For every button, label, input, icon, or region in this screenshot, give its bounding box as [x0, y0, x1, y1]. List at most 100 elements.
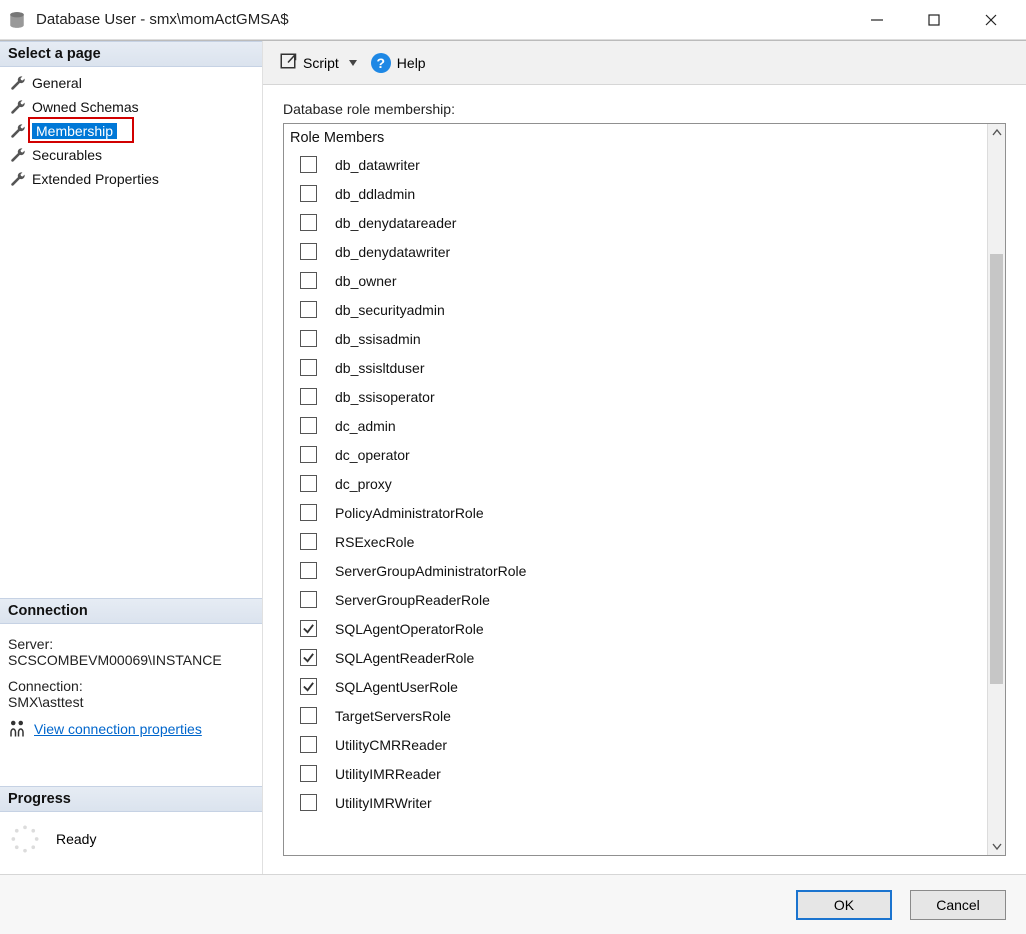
- wrench-icon: [10, 123, 26, 139]
- role-checkbox[interactable]: [300, 446, 317, 463]
- window-controls: [849, 0, 1018, 40]
- help-label: Help: [397, 55, 426, 71]
- role-label: dc_proxy: [335, 476, 392, 492]
- connection-properties-icon: [8, 720, 26, 738]
- role-checkbox[interactable]: [300, 678, 317, 695]
- role-row[interactable]: UtilityCMRReader: [290, 730, 981, 759]
- dialog-footer: OK Cancel: [0, 874, 1026, 934]
- wrench-icon: [10, 75, 26, 91]
- role-row[interactable]: SQLAgentReaderRole: [290, 643, 981, 672]
- sidebar-page-label: Owned Schemas: [32, 99, 139, 115]
- maximize-button[interactable]: [906, 0, 961, 40]
- scrollbar-down-arrow[interactable]: [988, 837, 1005, 855]
- role-label: dc_operator: [335, 447, 410, 463]
- connection-label: Connection:: [8, 678, 254, 694]
- role-label: TargetServersRole: [335, 708, 451, 724]
- script-button[interactable]: Script: [273, 48, 363, 77]
- main-panel: Script ? Help Database role membership: …: [263, 41, 1026, 874]
- role-row[interactable]: db_datawriter: [290, 150, 981, 179]
- role-row[interactable]: ServerGroupReaderRole: [290, 585, 981, 614]
- help-button[interactable]: ? Help: [371, 53, 426, 73]
- role-label: db_securityadmin: [335, 302, 445, 318]
- role-checkbox[interactable]: [300, 388, 317, 405]
- role-label: RSExecRole: [335, 534, 414, 550]
- titlebar: Database User - smx\momActGMSA$: [0, 0, 1026, 40]
- cancel-button[interactable]: Cancel: [910, 890, 1006, 920]
- role-row[interactable]: dc_operator: [290, 440, 981, 469]
- role-label: db_owner: [335, 273, 397, 289]
- role-checkbox[interactable]: [300, 794, 317, 811]
- role-checkbox[interactable]: [300, 562, 317, 579]
- sidebar-page-securables[interactable]: Securables: [6, 143, 262, 167]
- chevron-down-icon: [349, 60, 357, 66]
- role-row[interactable]: UtilityIMRWriter: [290, 788, 981, 817]
- progress-body: Ready: [0, 812, 262, 874]
- role-checkbox[interactable]: [300, 620, 317, 637]
- role-checkbox[interactable]: [300, 417, 317, 434]
- role-checkbox[interactable]: [300, 330, 317, 347]
- scrollbar-thumb[interactable]: [990, 254, 1003, 684]
- role-row[interactable]: RSExecRole: [290, 527, 981, 556]
- role-row[interactable]: db_ssisltduser: [290, 353, 981, 382]
- sidebar-page-label: Extended Properties: [32, 171, 159, 187]
- role-row[interactable]: SQLAgentUserRole: [290, 672, 981, 701]
- scrollbar-up-arrow[interactable]: [988, 124, 1005, 142]
- connection-header: Connection: [0, 598, 262, 624]
- ok-button[interactable]: OK: [796, 890, 892, 920]
- role-row[interactable]: PolicyAdministratorRole: [290, 498, 981, 527]
- role-row[interactable]: db_ssisoperator: [290, 382, 981, 411]
- role-checkbox[interactable]: [300, 533, 317, 550]
- role-row[interactable]: UtilityIMRReader: [290, 759, 981, 788]
- role-row[interactable]: TargetServersRole: [290, 701, 981, 730]
- script-label: Script: [303, 55, 339, 71]
- role-checkbox[interactable]: [300, 156, 317, 173]
- page-list: General Owned Schemas Membership Securables…: [0, 67, 262, 197]
- sidebar-page-extended-properties[interactable]: Extended Properties: [6, 167, 262, 191]
- role-checkbox[interactable]: [300, 301, 317, 318]
- role-label: dc_admin: [335, 418, 396, 434]
- progress-header: Progress: [0, 786, 262, 812]
- role-row[interactable]: db_securityadmin: [290, 295, 981, 324]
- role-row[interactable]: db_denydatareader: [290, 208, 981, 237]
- role-checkbox[interactable]: [300, 707, 317, 724]
- role-membership-listbox[interactable]: Role Members db_datawriterdb_ddladmindb_…: [283, 123, 1006, 856]
- minimize-button[interactable]: [849, 0, 904, 40]
- view-connection-properties-link[interactable]: View connection properties: [34, 721, 202, 737]
- role-label: UtilityCMRReader: [335, 737, 447, 753]
- vertical-scrollbar[interactable]: [987, 124, 1005, 855]
- role-checkbox[interactable]: [300, 243, 317, 260]
- role-checkbox[interactable]: [300, 765, 317, 782]
- role-checkbox[interactable]: [300, 185, 317, 202]
- role-checkbox[interactable]: [300, 214, 317, 231]
- sidebar-page-membership[interactable]: Membership: [6, 119, 262, 143]
- close-button[interactable]: [963, 0, 1018, 40]
- role-row[interactable]: dc_proxy: [290, 469, 981, 498]
- role-label: db_ddladmin: [335, 186, 415, 202]
- role-checkbox[interactable]: [300, 475, 317, 492]
- role-label: UtilityIMRWriter: [335, 795, 432, 811]
- sidebar-page-owned-schemas[interactable]: Owned Schemas: [6, 95, 262, 119]
- role-label: SQLAgentReaderRole: [335, 650, 474, 666]
- role-checkbox[interactable]: [300, 649, 317, 666]
- window-title: Database User - smx\momActGMSA$: [36, 11, 849, 28]
- role-label: ServerGroupReaderRole: [335, 592, 490, 608]
- role-checkbox[interactable]: [300, 272, 317, 289]
- role-row[interactable]: db_ddladmin: [290, 179, 981, 208]
- role-checkbox[interactable]: [300, 736, 317, 753]
- role-row[interactable]: db_owner: [290, 266, 981, 295]
- role-row[interactable]: ServerGroupAdministratorRole: [290, 556, 981, 585]
- role-row[interactable]: db_denydatawriter: [290, 237, 981, 266]
- role-checkbox[interactable]: [300, 359, 317, 376]
- sidebar: Select a page GeneralOwned SchemasMember…: [0, 41, 263, 874]
- sidebar-page-general[interactable]: General: [6, 71, 262, 95]
- role-checkbox[interactable]: [300, 504, 317, 521]
- role-row[interactable]: dc_admin: [290, 411, 981, 440]
- server-value: SCSCOMBEVM00069\INSTANCE: [8, 652, 254, 668]
- role-row[interactable]: SQLAgentOperatorRole: [290, 614, 981, 643]
- role-row[interactable]: db_ssisadmin: [290, 324, 981, 353]
- toolbar: Script ? Help: [263, 41, 1026, 85]
- sidebar-page-label: Membership: [32, 123, 117, 139]
- role-label: SQLAgentOperatorRole: [335, 621, 484, 637]
- progress-spinner-icon: [10, 824, 40, 854]
- role-checkbox[interactable]: [300, 591, 317, 608]
